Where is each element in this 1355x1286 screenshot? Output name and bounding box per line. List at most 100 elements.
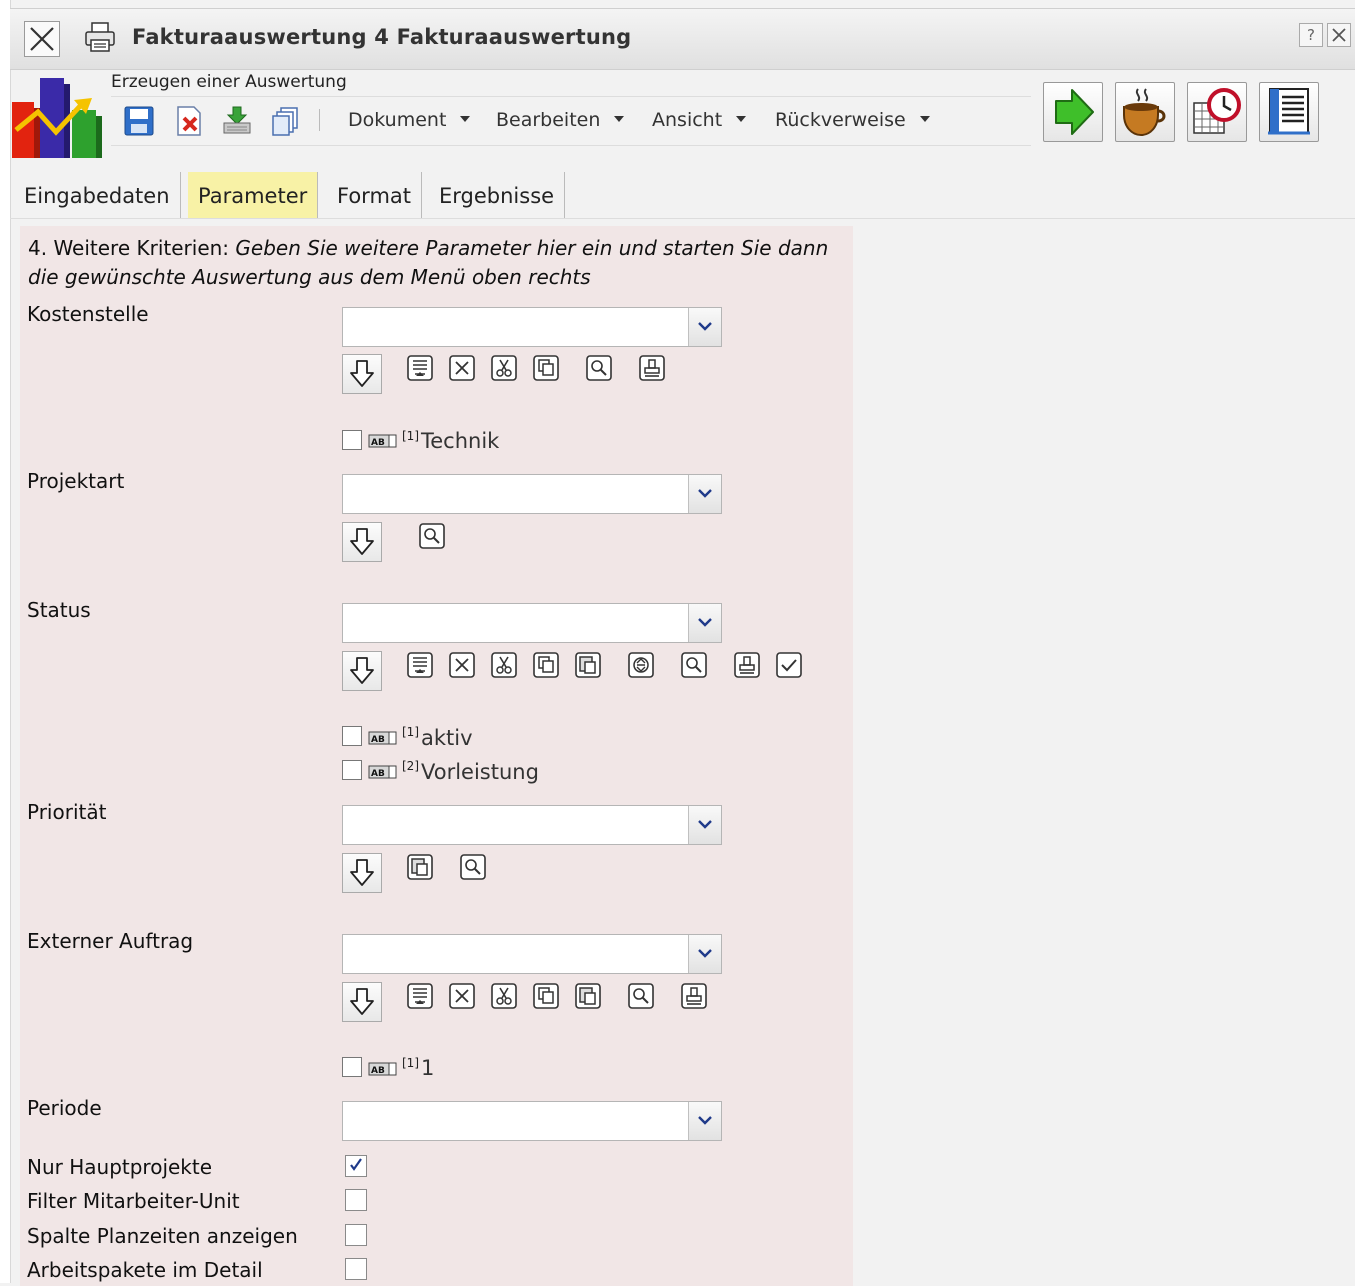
chevron-down-icon [698, 489, 712, 499]
close-icon [1332, 28, 1346, 42]
copy-icon[interactable] [532, 982, 560, 1010]
technik-option: Technik [421, 429, 500, 453]
tab-bar: Eingabedaten Parameter Format Ergebnisse [10, 172, 1355, 219]
tab-ergebnisse[interactable]: Ergebnisse [429, 172, 566, 218]
menu-ansicht[interactable]: Ansicht [652, 109, 747, 131]
save-button[interactable] [123, 105, 155, 137]
toolbar-separator [319, 109, 320, 131]
periode-label: Periode [27, 1096, 102, 1120]
projektart-dropdown-button[interactable] [688, 475, 721, 513]
stamp-icon[interactable] [680, 982, 708, 1010]
list-icon[interactable] [406, 354, 434, 382]
run-report-button[interactable] [1043, 82, 1103, 142]
copy-document-button[interactable] [269, 105, 301, 137]
report-list-button[interactable] [1259, 82, 1319, 142]
schedule-report-button[interactable] [1187, 82, 1247, 142]
periode-dropdown-button[interactable] [688, 1102, 721, 1140]
stamp-icon[interactable] [733, 651, 761, 679]
kostenstelle-add-button[interactable] [342, 354, 382, 394]
tab-format[interactable]: Format [327, 172, 423, 218]
nur-hauptprojekte-checkbox[interactable] [345, 1155, 367, 1177]
kostenstelle-select[interactable] [342, 307, 722, 347]
paste-icon[interactable] [574, 651, 602, 679]
externer-auftrag-label: Externer Auftrag [27, 929, 194, 953]
help-button[interactable]: ? [1299, 23, 1323, 47]
cut-icon[interactable] [490, 354, 518, 382]
printer-icon [85, 22, 115, 52]
menu-dokument[interactable]: Dokument [348, 109, 471, 131]
menu-label: Dokument [348, 109, 447, 131]
search-icon[interactable] [418, 522, 446, 550]
periode-select[interactable] [342, 1101, 722, 1141]
auftrag-1-checkbox[interactable] [342, 1057, 362, 1077]
export-button[interactable] [221, 105, 253, 137]
aktiv-checkbox[interactable] [342, 726, 362, 746]
technik-checkbox[interactable] [342, 430, 362, 450]
copy-icon[interactable] [532, 651, 560, 679]
arrow-down-icon [348, 656, 376, 686]
checkmark-icon [350, 1158, 362, 1171]
kostenstelle-dropdown-button[interactable] [688, 308, 721, 346]
search-icon[interactable] [627, 982, 655, 1010]
option-index: [1] [402, 429, 419, 443]
chevron-down-icon [698, 322, 712, 332]
nur-hauptprojekte-label: Nur Hauptprojekte [27, 1155, 213, 1179]
filter-mitarbeiter-unit-checkbox[interactable] [345, 1189, 367, 1211]
externer-auftrag-add-button[interactable] [342, 982, 382, 1022]
vorleistung-checkbox[interactable] [342, 760, 362, 780]
instructions-text-line2: die gewünschte Auswertung aus dem Menü o… [28, 265, 591, 289]
prioritaet-label: Priorität [27, 800, 107, 824]
status-select[interactable] [342, 603, 722, 643]
tab-eingabedaten[interactable]: Eingabedaten [14, 172, 181, 218]
externer-auftrag-dropdown-button[interactable] [688, 935, 721, 973]
stamp-icon[interactable] [638, 354, 666, 382]
search-icon[interactable] [680, 651, 708, 679]
copy-icon[interactable] [532, 354, 560, 382]
cut-icon[interactable] [490, 982, 518, 1010]
window-title: Fakturaauswertung 4 Fakturaauswertung [132, 25, 632, 49]
remove-icon[interactable] [448, 982, 476, 1010]
dismiss-button[interactable] [1327, 23, 1351, 47]
delete-button[interactable] [173, 105, 205, 137]
search-icon[interactable] [459, 853, 487, 881]
paste-icon[interactable] [406, 853, 434, 881]
parameter-panel: 4. Weitere Kriterien: Geben Sie weitere … [20, 226, 853, 1286]
sort-icon[interactable] [627, 651, 655, 679]
list-icon[interactable] [406, 982, 434, 1010]
prioritaet-dropdown-button[interactable] [688, 806, 721, 844]
cut-icon[interactable] [490, 651, 518, 679]
remove-icon[interactable] [448, 651, 476, 679]
status-add-button[interactable] [342, 651, 382, 691]
projektart-label: Projektart [27, 469, 125, 493]
arrow-down-icon [348, 527, 376, 557]
instructions-prefix: 4. Weitere Kriterien: [28, 236, 230, 260]
run-background-button[interactable] [1115, 82, 1175, 142]
remove-icon[interactable] [448, 354, 476, 382]
spalte-planzeiten-checkbox[interactable] [345, 1224, 367, 1246]
caret-down-icon [919, 115, 930, 122]
print-button[interactable] [82, 19, 118, 55]
projektart-add-button[interactable] [342, 522, 382, 562]
externer-auftrag-select[interactable] [342, 934, 722, 974]
chevron-down-icon [698, 820, 712, 830]
caret-down-icon [614, 115, 625, 122]
search-icon[interactable] [585, 354, 613, 382]
option-index: [1] [402, 1056, 419, 1070]
chevron-down-icon [698, 618, 712, 628]
list-icon[interactable] [406, 651, 434, 679]
chart-logo-icon [12, 78, 102, 158]
tab-parameter[interactable]: Parameter [188, 172, 319, 218]
projektart-select[interactable] [342, 474, 722, 514]
arbeitspakete-detail-checkbox[interactable] [345, 1258, 367, 1280]
prioritaet-add-button[interactable] [342, 853, 382, 893]
status-dropdown-button[interactable] [688, 604, 721, 642]
paste-icon[interactable] [574, 982, 602, 1010]
save-icon [124, 106, 154, 136]
menu-bearbeiten[interactable]: Bearbeiten [496, 109, 625, 131]
checkmark-icon[interactable] [775, 651, 803, 679]
instructions: 4. Weitere Kriterien: Geben Sie weitere … [28, 234, 853, 292]
close-window-button[interactable] [24, 21, 60, 57]
menu-rueckverweise[interactable]: Rückverweise [775, 109, 930, 131]
prioritaet-select[interactable] [342, 805, 722, 845]
calendar-clock-icon [1193, 88, 1241, 134]
